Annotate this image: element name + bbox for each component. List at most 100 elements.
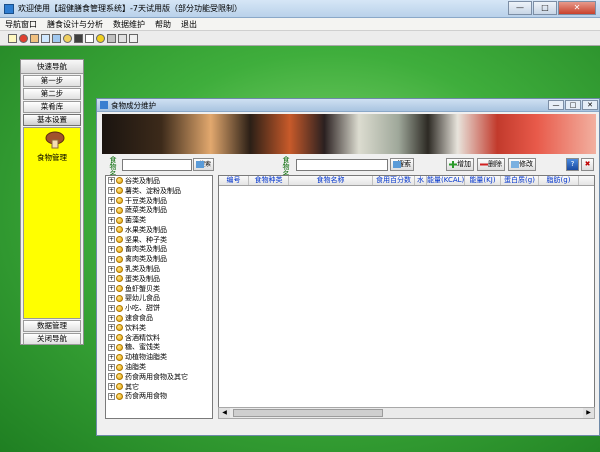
expand-icon[interactable]: + (108, 285, 115, 293)
right-food-name-input[interactable] (296, 159, 388, 171)
tree-item[interactable]: + 乳类及制品 (106, 264, 212, 274)
expand-icon[interactable]: + (108, 334, 115, 342)
menu-exit[interactable]: 退出 (176, 19, 202, 30)
col-water[interactable]: 水 (415, 176, 427, 185)
expand-icon[interactable]: + (108, 383, 115, 391)
nav-dish-library-button[interactable]: 菜肴库 (23, 101, 81, 113)
left-food-name-input[interactable] (122, 159, 192, 171)
save-icon[interactable] (8, 33, 17, 43)
col-protein[interactable]: 蛋白质(g) (501, 176, 539, 185)
monitor-icon[interactable] (52, 33, 61, 43)
expand-icon[interactable]: + (108, 255, 115, 263)
col-id[interactable]: 编号 (219, 176, 249, 185)
food-management-label[interactable]: 食物管理 (24, 152, 80, 163)
nav-step-two-button[interactable]: 第二步 (23, 88, 81, 100)
tree-item[interactable]: + 薯类、淀粉及制品 (106, 186, 212, 196)
expand-icon[interactable]: + (108, 373, 115, 381)
col-food-name[interactable]: 食物名称 (289, 176, 373, 185)
expand-icon[interactable]: + (108, 353, 115, 361)
expand-icon[interactable]: + (108, 294, 115, 302)
child-maximize-button[interactable]: □ (565, 100, 581, 110)
expand-icon[interactable]: + (108, 187, 115, 195)
expand-icon[interactable]: + (108, 245, 115, 253)
menu-data-maintenance[interactable]: 数据维护 (108, 19, 150, 30)
delete-button[interactable]: 删除 (477, 158, 505, 171)
expand-icon[interactable]: + (108, 196, 115, 204)
tools-icon[interactable] (107, 33, 116, 43)
help-button[interactable]: ? (566, 158, 579, 171)
expand-icon[interactable]: + (108, 236, 115, 244)
stop-icon[interactable] (19, 33, 28, 43)
tree-item[interactable]: + 蔬菜类及制品 (106, 205, 212, 215)
add-button[interactable]: 增加 (446, 158, 474, 171)
tree-item[interactable]: + 畜肉类及制品 (106, 245, 212, 255)
tree-item[interactable]: + 饮料类 (106, 323, 212, 333)
book-icon[interactable] (74, 33, 83, 43)
child-minimize-button[interactable]: — (548, 100, 564, 110)
tree-item[interactable]: + 坚果、种子类 (106, 235, 212, 245)
food-icon[interactable] (63, 33, 72, 43)
edit-button[interactable]: 修改 (508, 158, 536, 171)
minimize-button[interactable]: — (508, 0, 532, 15)
expand-icon[interactable]: + (108, 363, 115, 371)
scroll-left-arrow-icon[interactable]: ◀ (219, 408, 230, 418)
horizontal-scrollbar[interactable]: ◀ ▶ (218, 407, 595, 419)
exit-icon[interactable] (129, 33, 138, 43)
chart-icon[interactable] (41, 33, 50, 43)
quick-nav-panel: 快速导航 第一步 第二步 菜肴库 基本设置 食物管理 数据管理 关闭导航 (20, 59, 84, 345)
tree-item[interactable]: + 鱼虾蟹贝类 (106, 284, 212, 294)
close-window-button[interactable]: ✖ (581, 158, 594, 171)
expand-icon[interactable]: + (108, 216, 115, 224)
tree-item[interactable]: + 药食两用食物及其它 (106, 372, 212, 382)
tree-item[interactable]: + 禽肉类及制品 (106, 254, 212, 264)
expand-icon[interactable]: + (108, 343, 115, 351)
child-close-button[interactable]: ✕ (582, 100, 598, 110)
tree-item[interactable]: + 蛋类及制品 (106, 274, 212, 284)
tree-item[interactable]: + 菌藻类 (106, 215, 212, 225)
tree-item[interactable]: + 谷类及制品 (106, 176, 212, 186)
scroll-right-arrow-icon[interactable]: ▶ (583, 408, 594, 418)
menu-nav-window[interactable]: 导航窗口 (0, 19, 42, 30)
expand-icon[interactable]: + (108, 314, 115, 322)
tree-item[interactable]: + 含酒精饮料 (106, 333, 212, 343)
expand-icon[interactable]: + (108, 206, 115, 214)
nav-step-one-button[interactable]: 第一步 (23, 75, 81, 87)
expand-icon[interactable]: + (108, 324, 115, 332)
mushroom-icon[interactable] (45, 131, 65, 149)
help-icon[interactable] (96, 33, 105, 43)
nav-close-button[interactable]: 关闭导航 (23, 333, 81, 345)
maximize-button[interactable]: □ (533, 0, 557, 15)
left-search-button[interactable]: 搜索 (193, 158, 214, 171)
users-icon[interactable] (30, 33, 39, 43)
tree-item[interactable]: + 小吃、甜饼 (106, 303, 212, 313)
tree-item[interactable]: + 油脂类 (106, 362, 212, 372)
expand-icon[interactable]: + (108, 392, 115, 400)
close-button[interactable]: ✕ (558, 0, 596, 15)
menu-help[interactable]: 帮助 (150, 19, 176, 30)
col-food-type[interactable]: 食物种类 (249, 176, 289, 185)
document-icon[interactable] (85, 33, 94, 43)
tree-item[interactable]: + 其它 (106, 382, 212, 392)
tree-item[interactable]: + 药食两用食物 (106, 392, 212, 402)
expand-icon[interactable]: + (108, 275, 115, 283)
expand-icon[interactable]: + (108, 304, 115, 312)
col-energy-kj[interactable]: 能量(KJ) (465, 176, 501, 185)
expand-icon[interactable]: + (108, 226, 115, 234)
tree-item[interactable]: + 婴幼儿食品 (106, 294, 212, 304)
col-energy-kcal[interactable]: 能量(KCAL) (427, 176, 465, 185)
tree-item[interactable]: + 速食食品 (106, 313, 212, 323)
nav-data-management-button[interactable]: 数据管理 (23, 320, 81, 332)
col-edible-percent[interactable]: 食用百分数 (373, 176, 415, 185)
right-search-button[interactable]: 搜索 (390, 158, 414, 171)
print-icon[interactable] (118, 33, 127, 43)
expand-icon[interactable]: + (108, 177, 115, 185)
nav-basic-settings-button[interactable]: 基本设置 (23, 114, 81, 126)
col-fat[interactable]: 脂肪(g) (539, 176, 579, 185)
tree-item[interactable]: + 水果类及制品 (106, 225, 212, 235)
tree-item[interactable]: + 干豆类及制品 (106, 196, 212, 206)
tree-item[interactable]: + 动植物油脂类 (106, 352, 212, 362)
scroll-thumb[interactable] (233, 409, 383, 417)
menu-meal-design[interactable]: 膳食设计与分析 (42, 19, 108, 30)
expand-icon[interactable]: + (108, 265, 115, 273)
tree-item[interactable]: + 糖、蜜饯类 (106, 343, 212, 353)
